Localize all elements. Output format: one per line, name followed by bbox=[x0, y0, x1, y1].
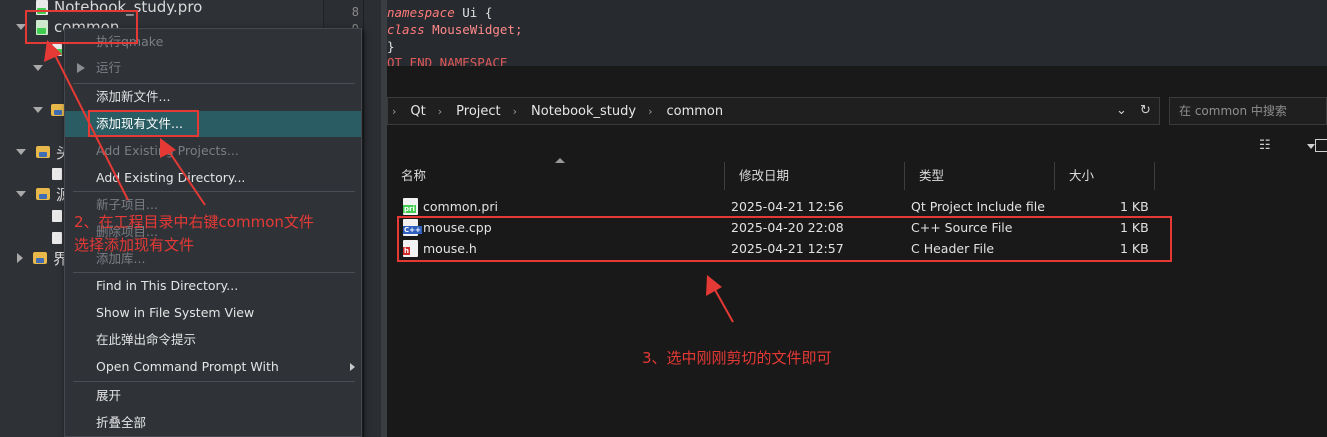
view-options-icon[interactable]: ☷ bbox=[1259, 138, 1271, 153]
search-input[interactable]: 在 common 中搜索 bbox=[1169, 97, 1327, 125]
refresh-icon[interactable]: ↻ bbox=[1140, 103, 1151, 118]
expand-arrow-icon[interactable] bbox=[33, 107, 43, 113]
menu-item-expand[interactable]: 展开 bbox=[65, 383, 361, 409]
file-row[interactable]: pri common.pri 2025-04-21 12:56 Qt Proje… bbox=[387, 196, 1157, 217]
code-line: namespace Ui { bbox=[387, 5, 493, 20]
column-size[interactable]: 大小 bbox=[1055, 162, 1155, 190]
run-icon bbox=[77, 63, 85, 73]
column-name[interactable]: 名称 bbox=[387, 162, 725, 190]
annotation-box-add-existing bbox=[88, 110, 199, 137]
breadcrumb-chevron-icon: › bbox=[437, 104, 443, 118]
tree-item-h-file[interactable] bbox=[52, 164, 62, 184]
tree-arrow[interactable] bbox=[33, 58, 43, 78]
dropdown-icon[interactable]: ⌄ bbox=[1116, 103, 1127, 118]
context-menu: 执行qmake 运行 添加新文件... 添加现有文件... Add Existi… bbox=[64, 28, 362, 437]
forms-folder-icon bbox=[33, 252, 47, 264]
column-type[interactable]: 类型 bbox=[905, 162, 1055, 190]
annotation-box-common bbox=[25, 10, 138, 44]
code-line: } bbox=[387, 39, 395, 54]
expand-arrow-icon[interactable] bbox=[16, 191, 26, 197]
gutter-separator bbox=[363, 0, 364, 437]
header-file-icon bbox=[52, 168, 62, 180]
menu-separator bbox=[73, 381, 355, 382]
submenu-arrow-icon bbox=[350, 363, 355, 371]
view-dropdown-icon[interactable] bbox=[1307, 144, 1315, 149]
code-line: class MouseWidget; bbox=[387, 22, 523, 37]
menu-item-show-in-file-system[interactable]: Show in File System View bbox=[65, 300, 361, 326]
details-pane-icon[interactable] bbox=[1315, 139, 1327, 152]
line-number: 8 bbox=[351, 5, 359, 19]
menu-item-add-new-file[interactable]: 添加新文件... bbox=[65, 84, 361, 110]
sources-folder-icon bbox=[36, 188, 50, 200]
qt-file-icon bbox=[52, 44, 62, 56]
qt-pri-file-icon: pri bbox=[403, 198, 418, 215]
tree-item-cpp-2[interactable] bbox=[52, 228, 62, 248]
tree-item-folder[interactable] bbox=[33, 100, 65, 120]
file-date: 2025-04-21 12:56 bbox=[731, 199, 844, 214]
breadcrumb-chevron-icon: › bbox=[648, 104, 653, 118]
column-date[interactable]: 修改日期 bbox=[725, 162, 905, 190]
expand-arrow-icon[interactable] bbox=[33, 65, 43, 71]
annotation-box-files bbox=[397, 216, 1172, 262]
file-size: 1 KB bbox=[1120, 199, 1149, 214]
code-editor[interactable]: namespace Ui { class MouseWidget; } QT_E… bbox=[387, 0, 1327, 70]
breadcrumb-project[interactable]: Project bbox=[456, 104, 500, 119]
breadcrumb-notebook-study[interactable]: Notebook_study bbox=[531, 104, 636, 119]
menu-item-collapse-all[interactable]: 折叠全部 bbox=[65, 410, 361, 436]
column-header: 名称 修改日期 类型 大小 bbox=[387, 162, 1155, 190]
cpp-file-icon bbox=[52, 210, 62, 222]
menu-item-open-command-prompt-with[interactable]: Open Command Prompt With bbox=[65, 354, 361, 380]
expand-arrow-icon[interactable] bbox=[16, 149, 26, 155]
menu-item-open-command-prompt[interactable]: 在此弹出命令提示 bbox=[65, 327, 361, 353]
breadcrumb-qt[interactable]: Qt bbox=[410, 104, 425, 119]
menu-item-add-existing-projects[interactable]: Add Existing Projects... bbox=[65, 138, 361, 164]
file-type: Qt Project Include file bbox=[911, 199, 1045, 214]
address-bar[interactable]: › Qt › Project › Notebook_study › common… bbox=[387, 97, 1160, 125]
file-name: common.pri bbox=[423, 199, 498, 214]
annotation-step3: 3、选中刚刚剪切的文件即可 bbox=[642, 349, 832, 367]
menu-item-find-in-directory[interactable]: Find in This Directory... bbox=[65, 273, 361, 299]
breadcrumb-chevron-icon: › bbox=[392, 104, 397, 118]
breadcrumb-chevron-icon: › bbox=[512, 104, 518, 118]
tree-item-forms[interactable]: 界 bbox=[17, 248, 68, 268]
folder-icon bbox=[51, 104, 65, 116]
menu-item-add-existing-directory[interactable]: Add Existing Directory... bbox=[65, 165, 361, 191]
annotation-step2-line2: 选择添加现有文件 bbox=[74, 236, 195, 254]
tree-item-headers[interactable]: 头 bbox=[16, 142, 71, 162]
cpp-file-icon bbox=[52, 232, 62, 244]
collapse-arrow-icon[interactable] bbox=[17, 253, 23, 263]
tree-item-cpp-1[interactable] bbox=[52, 206, 62, 226]
headers-folder-icon bbox=[36, 146, 50, 158]
tree-item-sources[interactable]: 源 bbox=[16, 184, 71, 204]
annotation-step2-line1: 2、在工程目录中右键common文件 bbox=[74, 213, 314, 231]
breadcrumb-common[interactable]: common bbox=[666, 104, 723, 119]
menu-item-run[interactable]: 运行 bbox=[65, 55, 361, 81]
